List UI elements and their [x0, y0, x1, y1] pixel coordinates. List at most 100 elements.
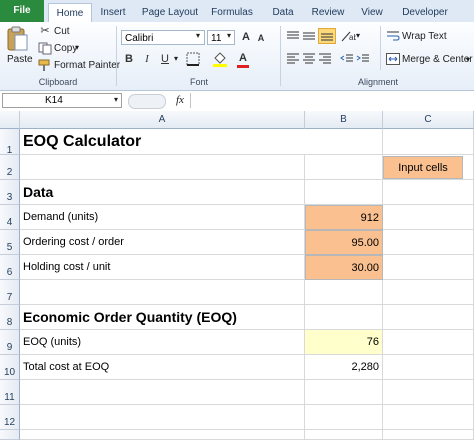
- cell-b12[interactable]: [305, 405, 383, 430]
- tab-developer[interactable]: Developer: [394, 3, 456, 22]
- tab-formulas[interactable]: Formulas: [206, 3, 258, 22]
- copy-dropdown-icon[interactable]: ▾: [75, 43, 79, 52]
- bold-button[interactable]: B: [122, 52, 136, 66]
- align-center-icon[interactable]: [302, 52, 316, 64]
- wrap-text-button[interactable]: Wrap Text: [402, 31, 447, 42]
- cell-b13[interactable]: [305, 430, 383, 440]
- cell-b11[interactable]: [305, 380, 383, 405]
- row-header-10[interactable]: 10: [0, 355, 20, 380]
- copy-button[interactable]: Copy: [54, 43, 77, 54]
- fill-color-icon[interactable]: [212, 51, 228, 67]
- cell-b10-total-value[interactable]: 2,280: [305, 355, 383, 380]
- tab-data[interactable]: Data: [264, 3, 302, 22]
- italic-button[interactable]: I: [140, 52, 154, 66]
- increase-indent-icon[interactable]: [356, 52, 370, 64]
- row-header-11[interactable]: 11: [0, 380, 20, 405]
- cell-c3[interactable]: [383, 180, 474, 205]
- row-header-2[interactable]: 2: [0, 155, 20, 180]
- tab-file[interactable]: File: [0, 0, 44, 22]
- row-header-13[interactable]: [0, 430, 20, 440]
- paste-button[interactable]: Paste: [7, 54, 33, 65]
- top-align-icon[interactable]: [286, 30, 300, 42]
- name-box[interactable]: K14: [2, 93, 122, 108]
- cell-a4-demand-label[interactable]: Demand (units): [20, 205, 305, 230]
- orientation-dropdown-icon[interactable]: ▾: [356, 31, 360, 40]
- cell-b5-ordering-value[interactable]: 95.00: [305, 230, 383, 255]
- column-header-b[interactable]: B: [305, 111, 383, 129]
- cell-a10-total-label[interactable]: Total cost at EOQ: [20, 355, 305, 380]
- cell-c11[interactable]: [383, 380, 474, 405]
- cell-a12[interactable]: [20, 405, 305, 430]
- tab-review[interactable]: Review: [306, 3, 350, 22]
- select-all-corner[interactable]: [0, 111, 20, 129]
- cell-a6-holding-label[interactable]: Holding cost / unit: [20, 255, 305, 280]
- merge-center-icon[interactable]: [386, 53, 400, 65]
- font-size-dropdown-icon[interactable]: ▾: [227, 31, 231, 40]
- cell-a5-ordering-label[interactable]: Ordering cost / order: [20, 230, 305, 255]
- orientation-icon[interactable]: ab: [340, 29, 356, 43]
- cell-a8-eoq-heading[interactable]: Economic Order Quantity (EOQ): [20, 305, 305, 330]
- cell-b8[interactable]: [305, 305, 383, 330]
- align-right-icon[interactable]: [318, 52, 332, 64]
- cell-b7[interactable]: [305, 280, 383, 305]
- cell-c8[interactable]: [383, 305, 474, 330]
- cell-b3[interactable]: [305, 180, 383, 205]
- formula-input[interactable]: [190, 93, 474, 108]
- cell-c5[interactable]: [383, 230, 474, 255]
- format-painter-icon[interactable]: [38, 59, 52, 72]
- cut-icon[interactable]: ✂: [38, 24, 52, 38]
- row-header-3[interactable]: 3: [0, 180, 20, 205]
- row-header-9[interactable]: 9: [0, 330, 20, 355]
- cell-a13[interactable]: [20, 430, 305, 440]
- cell-b9-eoq-value[interactable]: 76: [305, 330, 383, 355]
- cell-c7[interactable]: [383, 280, 474, 305]
- cell-a11[interactable]: [20, 380, 305, 405]
- cell-b6-holding-value[interactable]: 30.00: [305, 255, 383, 280]
- align-left-icon[interactable]: [286, 52, 300, 64]
- merge-dropdown-icon[interactable]: ▾: [466, 55, 470, 64]
- row-header-5[interactable]: 5: [0, 230, 20, 255]
- name-box-dropdown-icon[interactable]: ▾: [114, 95, 118, 104]
- cell-b1[interactable]: [305, 129, 383, 155]
- cell-b4-demand-value[interactable]: 912: [305, 205, 383, 230]
- tab-home[interactable]: Home: [48, 3, 92, 24]
- cell-a3-data-heading[interactable]: Data: [20, 180, 305, 205]
- middle-align-icon[interactable]: [302, 30, 316, 42]
- wrap-text-icon[interactable]: [386, 30, 400, 42]
- row-header-4[interactable]: 4: [0, 205, 20, 230]
- cell-a1-title[interactable]: EOQ Calculator: [20, 129, 305, 155]
- column-header-a[interactable]: A: [20, 111, 305, 129]
- cell-a7[interactable]: [20, 280, 305, 305]
- tab-insert[interactable]: Insert: [94, 3, 132, 22]
- decrease-indent-icon[interactable]: [340, 52, 354, 64]
- underline-dropdown-icon[interactable]: ▾: [174, 54, 178, 63]
- borders-icon[interactable]: [186, 52, 202, 66]
- underline-button[interactable]: U: [158, 52, 172, 66]
- cell-c4[interactable]: [383, 205, 474, 230]
- row-header-8[interactable]: 8: [0, 305, 20, 330]
- merge-center-button[interactable]: Merge & Center: [402, 54, 473, 65]
- insert-function-button[interactable]: fx: [176, 94, 184, 106]
- cell-c6[interactable]: [383, 255, 474, 280]
- increase-font-icon[interactable]: A: [239, 30, 253, 44]
- font-name-select[interactable]: Calibri: [121, 30, 205, 45]
- cell-c13[interactable]: [383, 430, 474, 440]
- tab-page-layout[interactable]: Page Layout: [138, 3, 202, 22]
- decrease-font-icon[interactable]: A: [254, 31, 268, 45]
- input-cells-legend[interactable]: Input cells: [383, 156, 463, 179]
- format-painter-button[interactable]: Format Painter: [54, 60, 120, 71]
- row-header-7[interactable]: 7: [0, 280, 20, 305]
- cell-a9-eoq-label[interactable]: EOQ (units): [20, 330, 305, 355]
- cell-c10[interactable]: [383, 355, 474, 380]
- cell-c9[interactable]: [383, 330, 474, 355]
- cell-c1[interactable]: [383, 129, 474, 155]
- bottom-align-icon[interactable]: [318, 28, 336, 44]
- font-name-dropdown-icon[interactable]: ▾: [196, 31, 200, 40]
- copy-icon[interactable]: [38, 42, 52, 55]
- column-header-c[interactable]: C: [383, 111, 474, 129]
- row-header-1[interactable]: 1: [0, 129, 20, 156]
- cell-a2[interactable]: [20, 155, 305, 180]
- row-header-12[interactable]: 12: [0, 405, 20, 430]
- paste-icon[interactable]: [6, 26, 28, 52]
- tab-view[interactable]: View: [354, 3, 390, 22]
